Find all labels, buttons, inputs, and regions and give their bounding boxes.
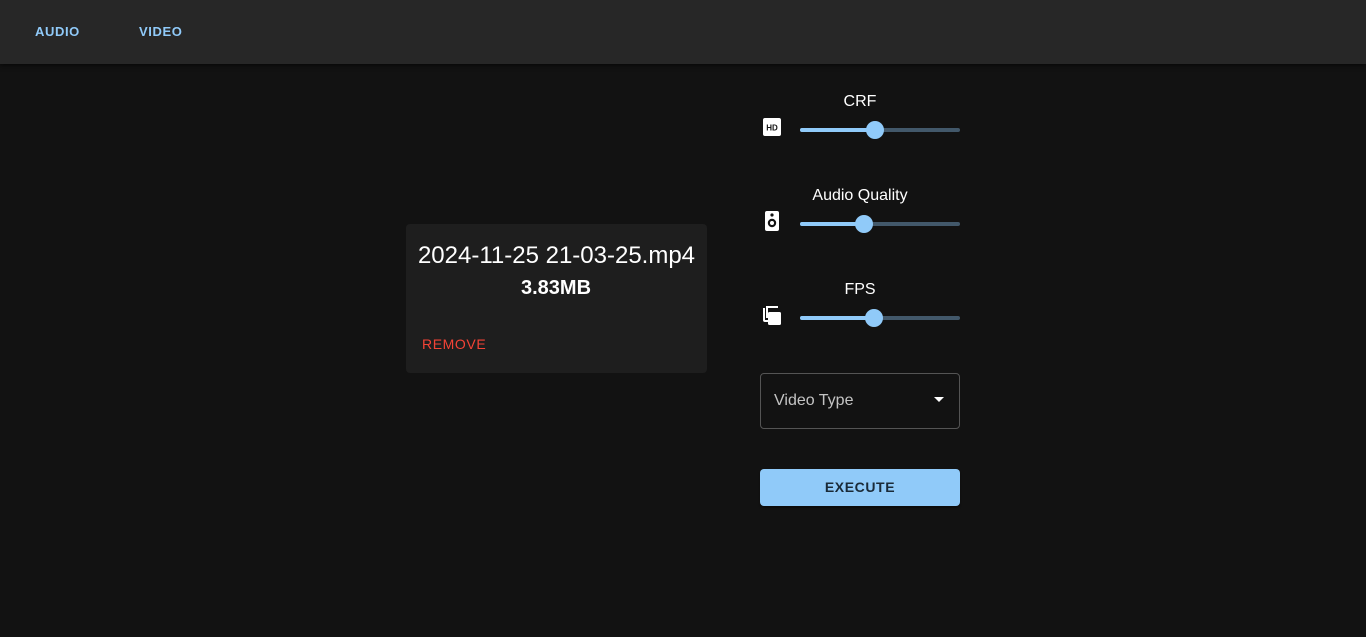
tab-audio[interactable]: AUDIO (35, 0, 80, 64)
file-size: 3.83MB (520, 277, 592, 299)
file-card: 2024-11-25 21-03-25.mp4 3.83MB REMOVE (406, 224, 707, 373)
fps-slider[interactable] (800, 308, 960, 328)
crf-slider-thumb[interactable] (866, 121, 885, 139)
video-type-select[interactable]: Video Type (760, 373, 960, 429)
remove-button[interactable]: REMOVE (422, 336, 486, 352)
speaker-icon (765, 211, 779, 231)
audio-quality-slider-thumb[interactable] (855, 215, 873, 233)
svg-text:HD: HD (766, 124, 778, 133)
dropdown-arrow-icon (934, 397, 944, 402)
audio-quality-slider[interactable] (800, 214, 960, 234)
audio-quality-label: Audio Quality (812, 187, 908, 204)
top-app-bar: AUDIO VIDEO (0, 0, 1366, 64)
tab-video[interactable]: VIDEO (139, 0, 182, 64)
execute-button[interactable]: EXECUTE (760, 469, 960, 506)
crf-slider-track (800, 128, 876, 132)
hd-icon: HD (763, 118, 781, 136)
fps-label: FPS (844, 281, 876, 298)
crf-slider[interactable] (800, 120, 960, 140)
crf-label: CRF (843, 93, 877, 110)
fps-slider-thumb[interactable] (864, 309, 883, 327)
copy-layers-icon (763, 306, 781, 325)
file-name: 2024-11-25 21-03-25.mp4 (417, 242, 696, 269)
video-type-label: Video Type (774, 392, 854, 409)
fps-slider-track (800, 316, 874, 320)
